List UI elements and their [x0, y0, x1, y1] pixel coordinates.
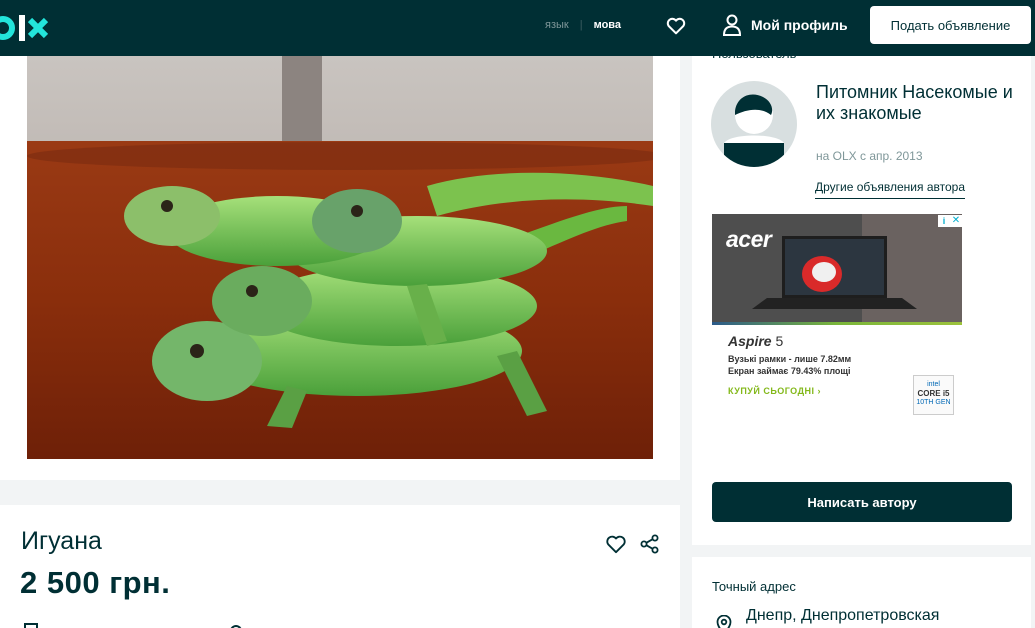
- location-pin-icon: [716, 615, 732, 628]
- photo-gallery: [0, 56, 680, 480]
- avatar-placeholder-icon: [711, 81, 797, 167]
- listing-summary: Игуана 2 500 грн.: [0, 505, 680, 628]
- banner-line-2: Екран займає 79.43% площі: [728, 366, 851, 376]
- category-icon: [24, 623, 38, 628]
- listing-price: 2 500 грн.: [20, 565, 171, 600]
- address-label: Точный адрес: [712, 579, 796, 594]
- post-ad-button[interactable]: Подать объявление: [870, 6, 1031, 44]
- acer-banner-ad[interactable]: acer i ✕ Aspire 5 Вузькі рамки - лише 7.…: [712, 214, 962, 424]
- banner-image: acer i ✕: [712, 214, 962, 324]
- seller-avatar[interactable]: [711, 81, 797, 167]
- close-icon[interactable]: ✕: [950, 215, 962, 227]
- seller-card: Пользователь Питомник Насекомые и их зна…: [692, 40, 1031, 545]
- banner-line-1: Вузькі рамки - лише 7.82мм: [728, 354, 852, 364]
- write-to-author-button[interactable]: Написать автору: [712, 482, 1012, 522]
- heart-icon[interactable]: [665, 15, 687, 37]
- banner-cta[interactable]: КУПУЙ СЬОГОДНІ ›: [728, 386, 821, 396]
- seller-name: Питомник Насекомые и их знакомые: [816, 82, 1013, 123]
- info-icon[interactable]: i: [938, 215, 950, 227]
- intel-badge-brand: intel: [927, 381, 940, 388]
- iguana-photo-image: [27, 56, 653, 459]
- address-city[interactable]: Днепр, Днепропетровская: [746, 607, 939, 625]
- intel-badge: intel CORE i5 10TH GEN: [913, 375, 954, 415]
- seller-member-since: на OLX с апр. 2013: [816, 149, 923, 163]
- user-icon: [722, 14, 742, 36]
- intel-badge-line2: 10TH GEN: [916, 399, 951, 406]
- share-icon[interactable]: [640, 534, 660, 554]
- top-header: язык | мова Мой профиль Подать объявлени…: [0, 0, 1035, 56]
- heart-icon[interactable]: [605, 534, 627, 554]
- other-ads-link[interactable]: Другие объявления автора: [815, 180, 966, 199]
- acer-logo: acer: [726, 226, 772, 252]
- lang-separator: |: [579, 19, 583, 31]
- language-switcher: язык | мова: [545, 19, 621, 31]
- banner-model: Aspire 5: [728, 333, 783, 349]
- banner-divider: [712, 322, 962, 325]
- banner-model-name: Aspire: [728, 333, 772, 349]
- olx-logo[interactable]: [0, 12, 54, 44]
- banner-model-number: 5: [775, 333, 784, 349]
- intel-badge-line1: CORE i5: [917, 389, 950, 398]
- lang-ru-link[interactable]: язык: [545, 19, 569, 31]
- listing-photo[interactable]: [27, 56, 653, 459]
- my-profile-label: Мой профиль: [751, 17, 848, 33]
- listing-title: Игуана: [21, 527, 102, 555]
- lang-ua-link[interactable]: мова: [594, 19, 621, 31]
- my-profile-link[interactable]: Мой профиль: [722, 14, 848, 36]
- address-card: Точный адрес Днепр, Днепропетровская: [692, 557, 1031, 628]
